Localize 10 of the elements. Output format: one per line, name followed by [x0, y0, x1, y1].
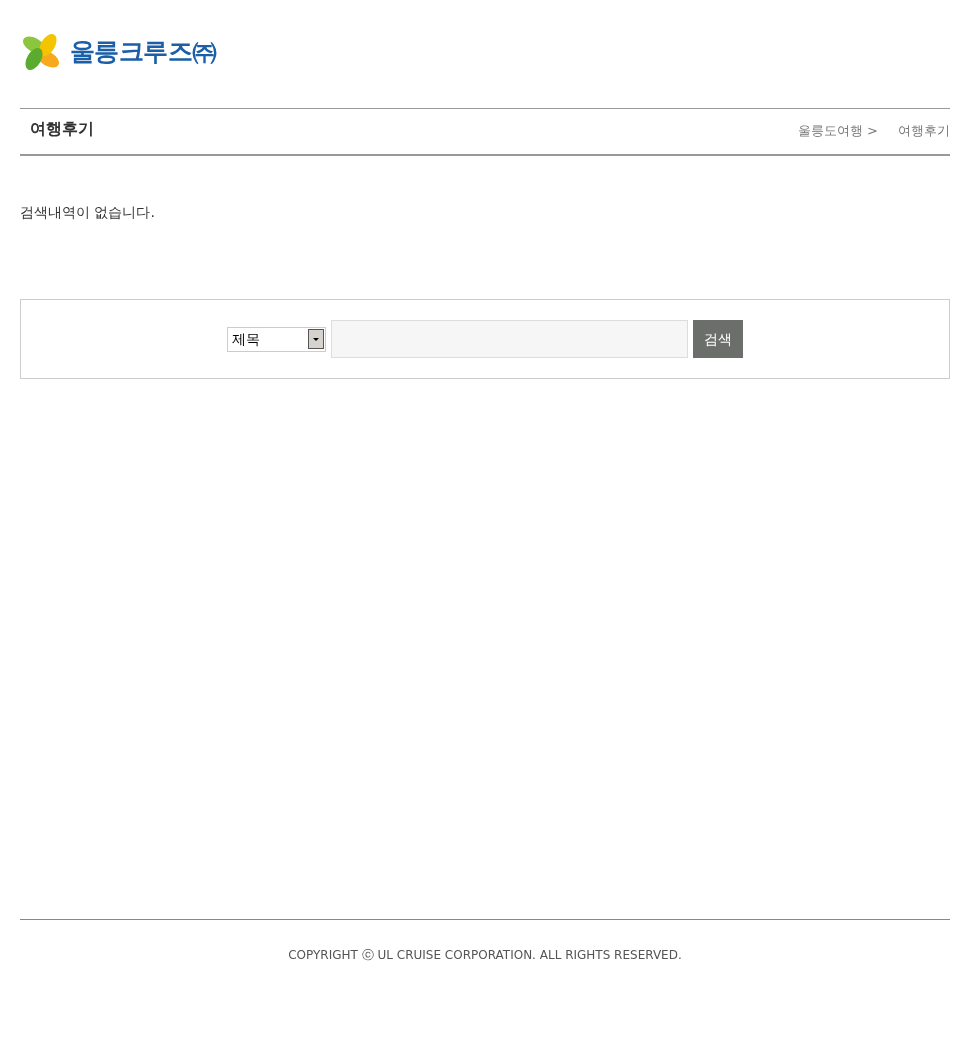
logo-icon: [20, 31, 62, 73]
page-title: 여행후기: [30, 118, 94, 140]
logo-text: 울릉크루즈㈜: [70, 36, 217, 68]
field-select[interactable]: 제목: [227, 326, 326, 352]
copyright-text: COPYRIGHT ⓒ UL CRUISE CORPORATION. ALL RIGHTS RESERVED.: [288, 947, 682, 964]
breadcrumb-link[interactable]: 여행후기: [898, 121, 950, 141]
breadcrumb-link[interactable]: 울릉도여행 >: [797, 121, 878, 141]
search-field[interactable]: [331, 320, 688, 358]
empty-message: 검색내역이 없습니다.: [20, 203, 156, 222]
search-button[interactable]: 검색: [693, 320, 743, 358]
